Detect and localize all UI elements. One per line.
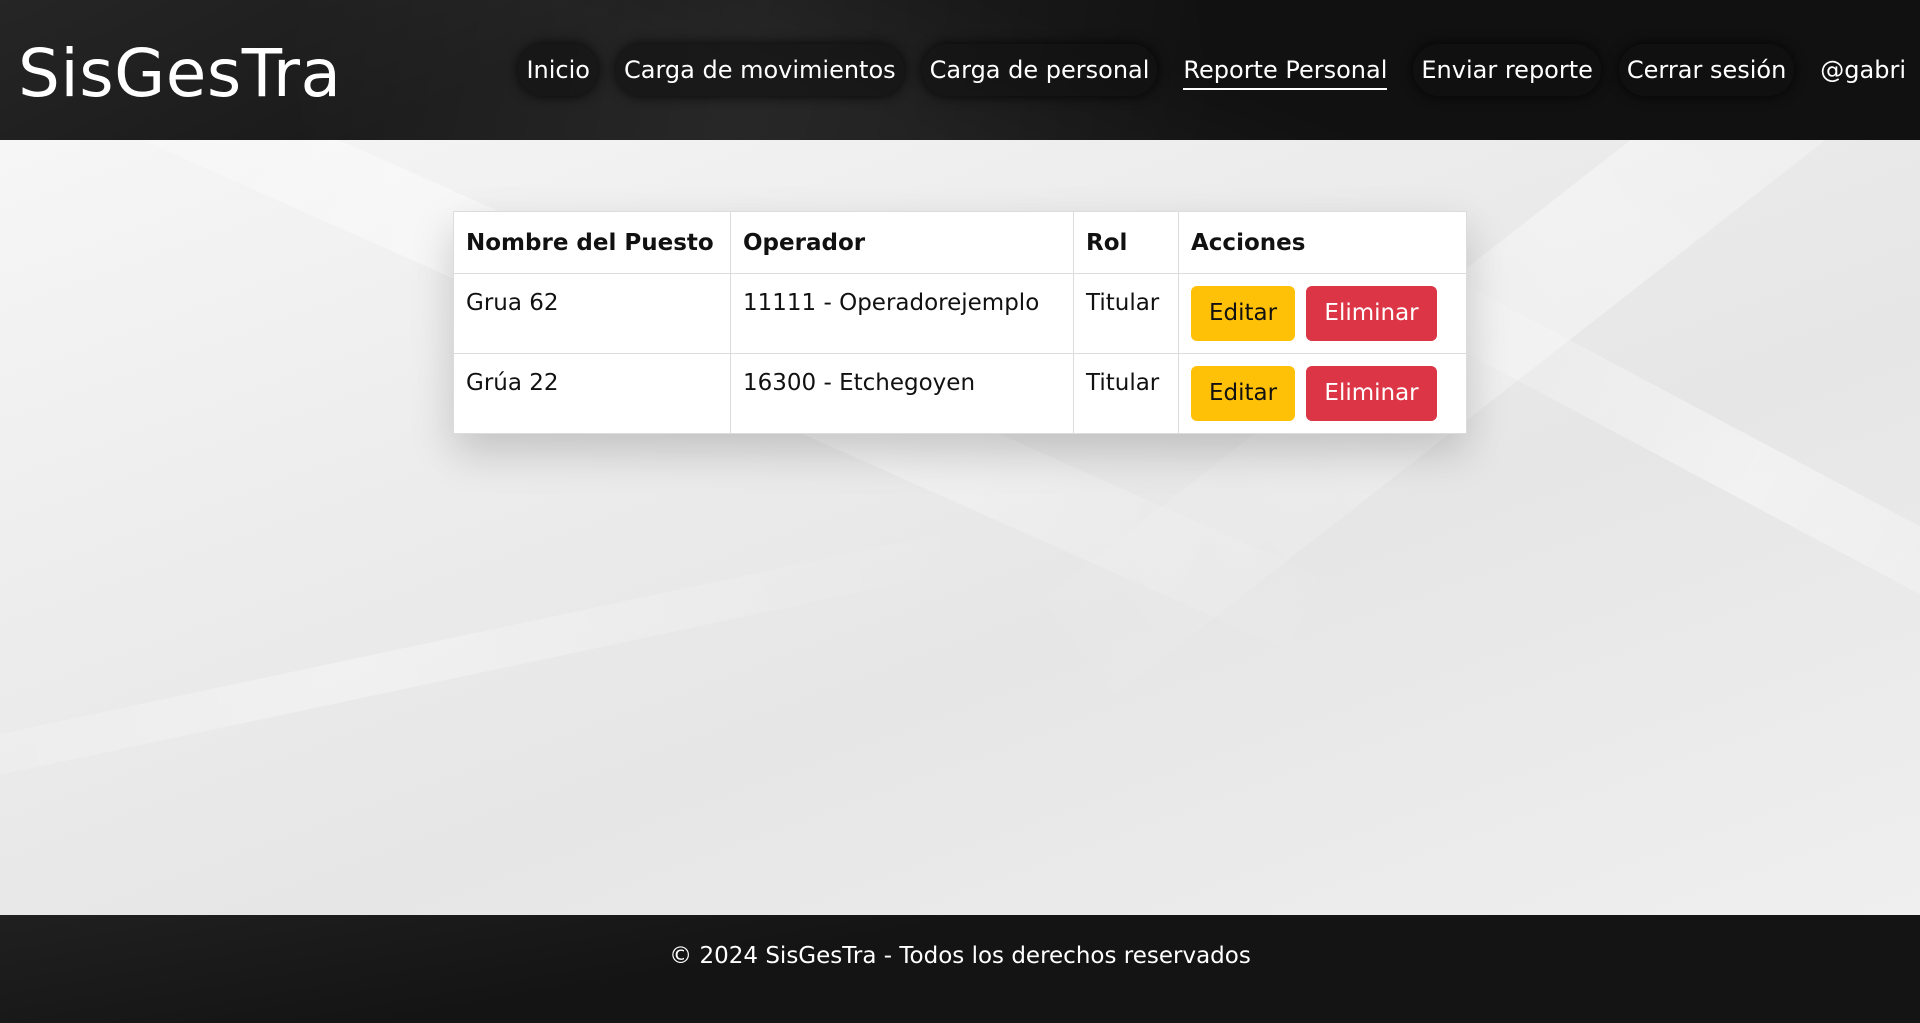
nav-item-label: Inicio xyxy=(526,56,590,84)
edit-button[interactable]: Editar xyxy=(1191,366,1296,421)
cell-acciones: Editar Eliminar xyxy=(1178,353,1467,434)
cell-operador: 16300 - Etchegoyen xyxy=(730,353,1074,434)
cell-puesto: Grúa 22 xyxy=(453,353,731,434)
nav-item-enviar-reporte[interactable]: Enviar reporte xyxy=(1413,44,1601,96)
table-header-row: Nombre del Puesto Operador Rol Acciones xyxy=(453,211,1467,274)
personal-table-container: Nombre del Puesto Operador Rol Acciones … xyxy=(453,211,1467,434)
cell-puesto: Grua 62 xyxy=(453,273,731,354)
personal-table: Nombre del Puesto Operador Rol Acciones … xyxy=(453,211,1467,434)
nav-item-label: @gabri xyxy=(1820,56,1906,84)
cell-acciones: Editar Eliminar xyxy=(1178,273,1467,354)
cell-rol: Titular xyxy=(1073,353,1179,434)
nav-item-reporte-personal[interactable]: Reporte Personal xyxy=(1175,44,1395,96)
footer-copyright: © 2024 SisGesTra - Todos los derechos re… xyxy=(669,943,1251,969)
cell-rol: Titular xyxy=(1073,273,1179,354)
column-header-rol: Rol xyxy=(1073,211,1179,274)
nav-item-carga-personal[interactable]: Carga de personal xyxy=(921,44,1158,96)
nav-item-label: Reporte Personal xyxy=(1183,56,1388,90)
edit-button[interactable]: Editar xyxy=(1191,286,1296,341)
nav-item-cerrar-sesion[interactable]: Cerrar sesión xyxy=(1618,44,1795,96)
nav-item-label: Enviar reporte xyxy=(1421,56,1593,84)
delete-button[interactable]: Eliminar xyxy=(1306,286,1437,341)
page-footer: © 2024 SisGesTra - Todos los derechos re… xyxy=(0,915,1920,1023)
cell-operador: 11111 - Operadorejemplo xyxy=(730,273,1074,354)
column-header-operador: Operador xyxy=(730,211,1074,274)
nav-item-carga-movimientos[interactable]: Carga de movimientos xyxy=(615,44,904,96)
main-content: Nombre del Puesto Operador Rol Acciones … xyxy=(0,140,1920,915)
nav-item-user[interactable]: @gabri xyxy=(1812,44,1914,96)
column-header-puesto: Nombre del Puesto xyxy=(453,211,731,274)
nav-item-label: Carga de personal xyxy=(929,56,1150,84)
main-nav: Inicio Carga de movimientos Carga de per… xyxy=(518,44,1914,96)
nav-item-label: Carga de movimientos xyxy=(623,56,896,84)
table-row: Grua 62 11111 - Operadorejemplo Titular … xyxy=(453,273,1467,354)
background-streak xyxy=(0,525,990,835)
nav-item-label: Cerrar sesión xyxy=(1626,56,1787,84)
nav-item-inicio[interactable]: Inicio xyxy=(518,44,598,96)
delete-button[interactable]: Eliminar xyxy=(1306,366,1437,421)
top-navbar: SisGesTra Inicio Carga de movimientos Ca… xyxy=(0,0,1920,140)
column-header-acciones: Acciones xyxy=(1178,211,1467,274)
table-row: Grúa 22 16300 - Etchegoyen Titular Edita… xyxy=(453,353,1467,434)
brand-logo[interactable]: SisGesTra xyxy=(18,34,341,114)
